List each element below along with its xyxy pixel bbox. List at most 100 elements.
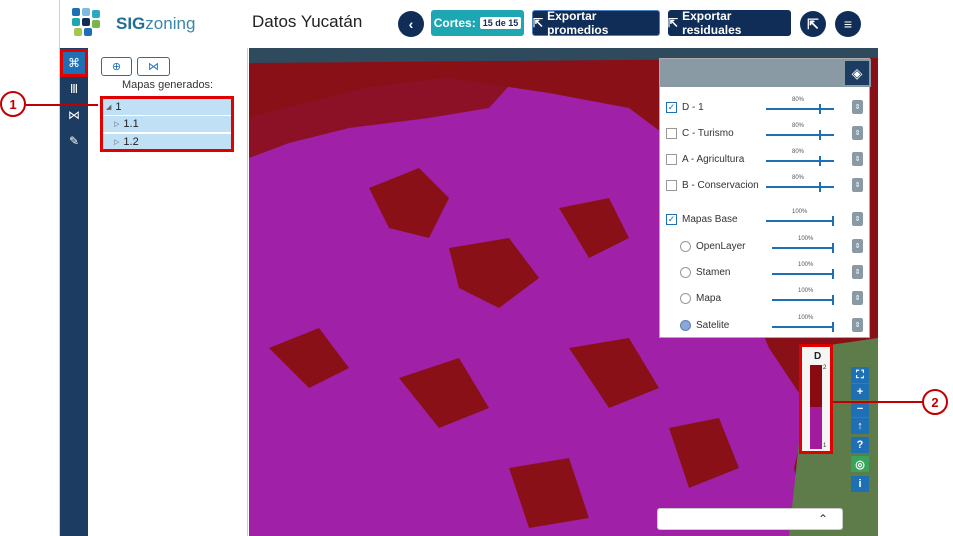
opacity-slider[interactable]: 100% [772, 315, 834, 332]
layer-row[interactable]: OpenLayer [680, 236, 880, 256]
reorder-icon[interactable]: ⇕ [852, 212, 863, 226]
slider-knob[interactable] [832, 295, 834, 305]
opacity-value: 100% [798, 236, 814, 242]
map-legend: D 2 1 [799, 344, 833, 454]
north-button[interactable]: ↑ [851, 418, 869, 434]
slider-knob[interactable] [832, 216, 834, 226]
reorder-icon[interactable]: ⇕ [852, 265, 863, 279]
layer-label: Mapa [696, 292, 722, 304]
reorder-icon[interactable]: ⇕ [852, 239, 863, 253]
opacity-slider[interactable]: 100% [766, 209, 834, 226]
slider-knob[interactable] [818, 156, 821, 166]
slider-knob[interactable] [832, 269, 834, 279]
export-promedios-button[interactable]: ⇱ Exportar promedios [532, 9, 660, 37]
annotation-box-1 [100, 96, 234, 152]
reorder-icon[interactable]: ⇕ [852, 100, 863, 114]
reorder-icon[interactable]: ⇕ [852, 126, 863, 140]
layers-toggle-button[interactable]: ◈ [845, 61, 869, 85]
opacity-slider[interactable]: 80% [766, 97, 834, 114]
layer-row[interactable]: ✓ Mapas Base [666, 209, 866, 229]
layer-radio[interactable] [680, 319, 691, 331]
visibility-button[interactable]: ◎ [851, 456, 869, 472]
reorder-icon[interactable]: ⇕ [852, 178, 863, 192]
layer-label: Satelite [696, 319, 730, 331]
columns-tool[interactable]: Ⅲ [63, 78, 85, 100]
layer-row[interactable]: ✓ D - 1 [666, 97, 866, 117]
columns-icon: Ⅲ [69, 82, 79, 96]
network-icon: ⋈ [148, 61, 159, 73]
network-icon: ⋈ [68, 108, 80, 122]
layer-row[interactable]: A - Agricultura [666, 149, 866, 169]
question-icon: ? [856, 439, 864, 451]
opacity-slider[interactable]: 80% [766, 123, 834, 140]
globe-button[interactable]: ⊕ [101, 57, 132, 76]
opacity-slider[interactable]: 100% [772, 236, 834, 253]
cortes-badge: 15 de 15 [479, 17, 522, 29]
opacity-value: 100% [798, 262, 814, 268]
menu-button[interactable]: ≡ [835, 11, 861, 37]
layer-row[interactable]: Stamen [680, 262, 880, 282]
layer-checkbox[interactable]: ✓ [666, 213, 677, 225]
cortes-button[interactable]: Cortes: 15 de 15 [431, 10, 524, 36]
brush-tool[interactable]: ✎ [63, 130, 85, 152]
reorder-icon[interactable]: ⇕ [852, 318, 863, 332]
sigzoning-logo [72, 8, 104, 40]
info-button[interactable]: i [851, 476, 869, 492]
layer-row[interactable]: Satelite [680, 315, 880, 335]
eye-off-icon: ◎ [855, 458, 865, 471]
map-frame-icon: ⌘ [68, 56, 80, 70]
reorder-icon[interactable]: ⇕ [852, 152, 863, 166]
slider-knob[interactable] [818, 182, 821, 192]
network-tool[interactable]: ⋈ [63, 104, 85, 126]
annotation-line-2 [832, 401, 922, 403]
layer-checkbox[interactable] [666, 179, 677, 191]
export-residuales-button[interactable]: ⇱ Exportar residuales [668, 9, 791, 37]
help-button[interactable]: ? [851, 437, 869, 453]
opacity-slider[interactable]: 80% [766, 175, 834, 192]
layer-label: B - Conservacion [682, 179, 759, 191]
layer-row[interactable]: Mapa [680, 288, 880, 308]
slider-knob[interactable] [832, 243, 834, 253]
layer-label: Stamen [696, 266, 731, 278]
layer-row[interactable]: B - Conservacion [666, 175, 866, 195]
annotation-line-1 [26, 104, 98, 106]
zoom-out-button[interactable]: − [851, 401, 869, 417]
hamburger-icon: ≡ [843, 16, 853, 32]
maps-panel: ⊕ ⋈ Mapas generados: ◢ 1 ▷ 1.1 ▷ 1.2 [88, 48, 248, 536]
slider-knob[interactable] [818, 130, 821, 140]
opacity-slider[interactable]: 100% [772, 262, 834, 279]
bottom-drawer[interactable]: ⌃ [657, 508, 843, 530]
slider-knob[interactable] [818, 104, 821, 114]
zoom-in-button[interactable]: + [851, 384, 869, 400]
info-icon: i [858, 478, 862, 490]
opacity-slider[interactable]: 80% [766, 149, 834, 166]
layer-checkbox[interactable]: ✓ [666, 101, 677, 113]
layers-icon: ◈ [851, 64, 863, 81]
legend-color-low [810, 407, 822, 449]
share-button[interactable]: ⇱ [800, 11, 826, 37]
annotation-marker-2: 2 [922, 389, 948, 415]
opacity-slider[interactable]: 100% [772, 288, 834, 305]
reorder-icon[interactable]: ⇕ [852, 291, 863, 305]
panel-title: Mapas generados: [122, 79, 214, 91]
layer-radio[interactable] [680, 240, 691, 252]
layer-label: D - 1 [682, 101, 704, 113]
layer-checkbox[interactable] [666, 127, 677, 139]
layers-header: ◈ [660, 59, 871, 87]
opacity-value: 100% [798, 315, 814, 321]
legend-color-high [810, 365, 822, 407]
opacity-value: 80% [792, 123, 805, 129]
layer-radio[interactable] [680, 292, 691, 304]
slider-knob[interactable] [832, 322, 834, 332]
layer-label: C - Turismo [682, 127, 734, 139]
layer-radio[interactable] [680, 266, 691, 278]
layer-row[interactable]: C - Turismo [666, 123, 866, 143]
map-frame-tool[interactable]: ⌘ [60, 49, 88, 77]
legend-min: 1 [823, 443, 827, 449]
fullscreen-button[interactable]: ⛶ [851, 367, 869, 383]
tree-view-button[interactable]: ⋈ [137, 57, 170, 76]
minus-icon: − [856, 403, 864, 415]
back-button[interactable]: ‹ [398, 11, 424, 37]
opacity-value: 100% [792, 209, 808, 215]
layer-checkbox[interactable] [666, 153, 677, 165]
